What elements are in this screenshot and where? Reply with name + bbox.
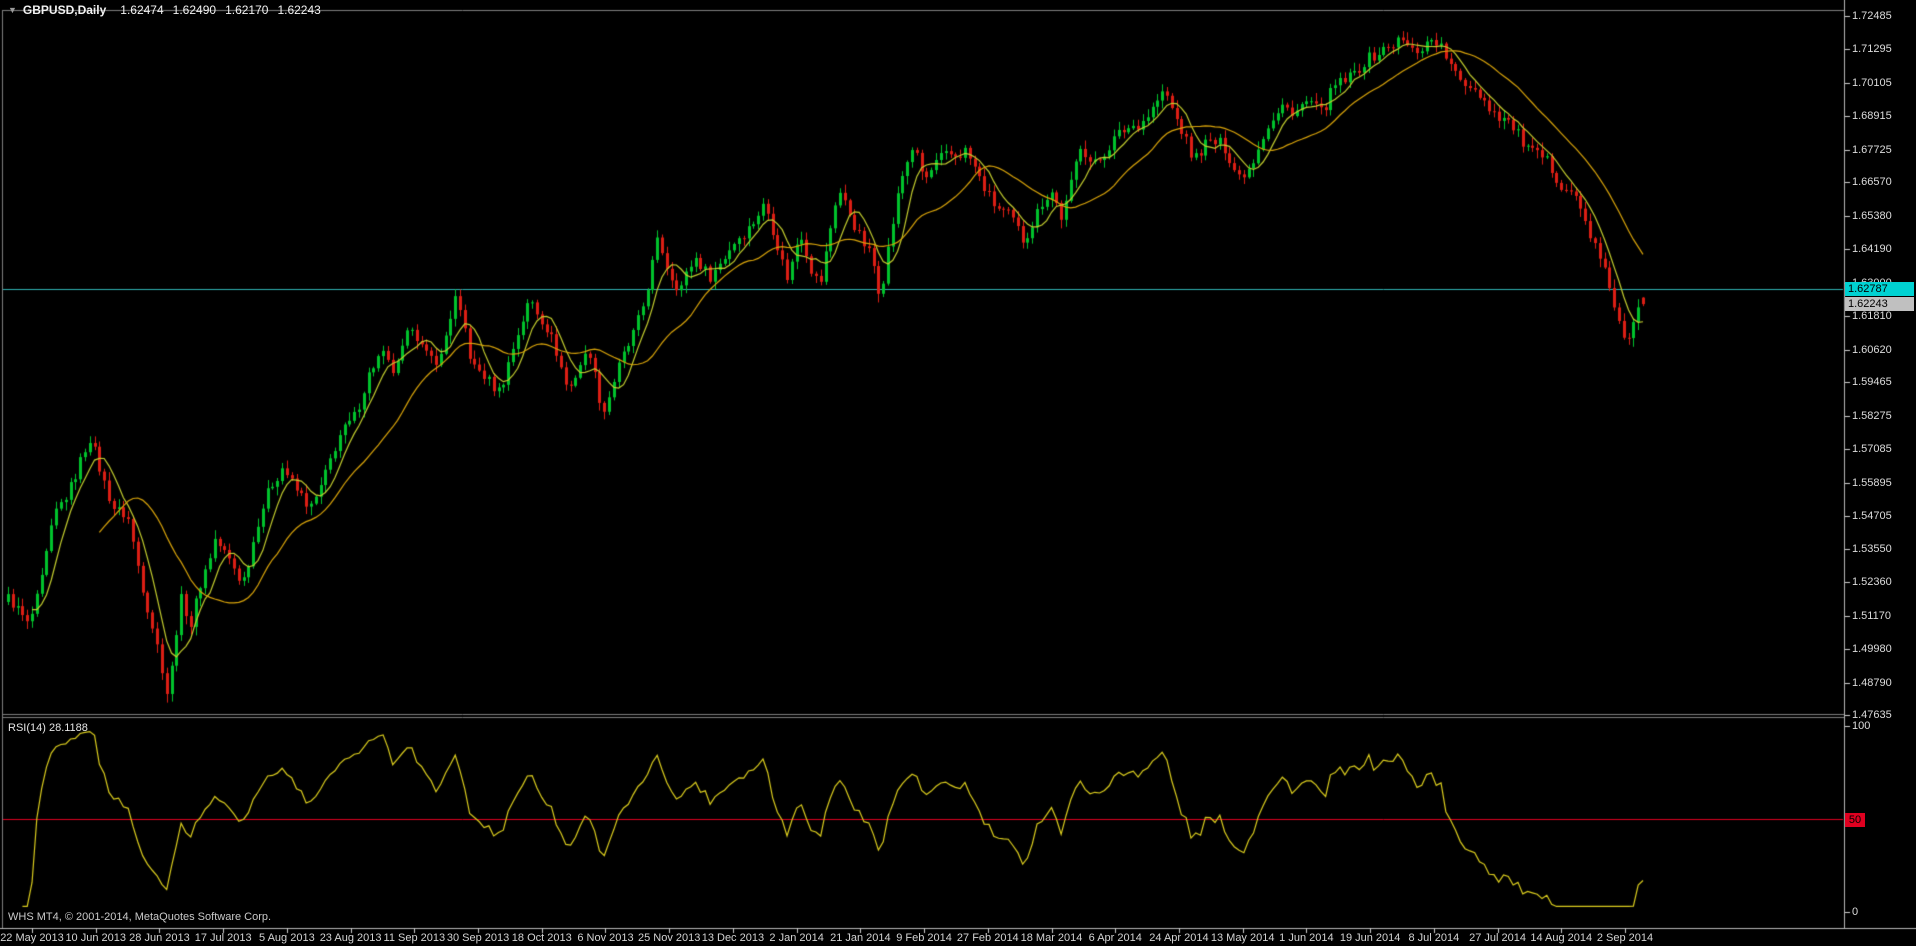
price-axis-label: 1.57085 bbox=[1852, 443, 1892, 456]
copyright-text: WHS MT4, © 2001-2014, MetaQuotes Softwar… bbox=[8, 911, 272, 923]
quote-open: 1.62474 bbox=[120, 3, 164, 17]
price-axis-label: 1.59465 bbox=[1852, 376, 1892, 389]
price-axis-label: 1.65380 bbox=[1852, 209, 1892, 222]
rsi-axis-0: 0 bbox=[1852, 906, 1859, 918]
price-axis-label: 1.67725 bbox=[1852, 143, 1892, 156]
price-axis-label: 1.51170 bbox=[1852, 609, 1891, 622]
mt4-chart-window: ▼ GBPUSD,Daily 1.62474 1.62490 1.62170 1.6224… bbox=[0, 0, 1916, 946]
price-axis-label: 1.70105 bbox=[1852, 76, 1892, 89]
rsi-indicator-label: RSI(14) 28.1188 bbox=[8, 722, 88, 734]
price-axis-label: 1.58275 bbox=[1852, 409, 1892, 422]
chart-canvas[interactable] bbox=[0, 0, 1916, 946]
price-axis-label: 1.66570 bbox=[1852, 176, 1892, 189]
price-axis-label: 1.61810 bbox=[1852, 310, 1892, 323]
price-axis-label: 1.71295 bbox=[1852, 43, 1892, 56]
symbol-period-label: GBPUSD,Daily bbox=[22, 3, 107, 17]
price-axis-label: 1.55895 bbox=[1852, 476, 1892, 489]
quote-low: 1.62170 bbox=[225, 3, 269, 17]
bid-price-tag: 1.62243 bbox=[1845, 297, 1914, 311]
price-axis-label: 1.53550 bbox=[1852, 542, 1892, 555]
rsi-axis-50-tag: 50 bbox=[1845, 813, 1865, 827]
rsi-name: RSI(14) bbox=[8, 722, 46, 734]
chart-header: ▼ GBPUSD,Daily 1.62474 1.62490 1.62170 1.6224… bbox=[8, 3, 330, 17]
price-axis-label: 1.52360 bbox=[1852, 576, 1892, 589]
price-axis-label: 1.54705 bbox=[1852, 510, 1892, 523]
date-axis-label: 2 Sep 2014 bbox=[1596, 932, 1654, 944]
quote-close: 1.62243 bbox=[277, 3, 321, 17]
price-axis-label: 1.60620 bbox=[1852, 343, 1892, 356]
price-axis-label: 1.48790 bbox=[1852, 676, 1892, 689]
collapse-chart-icon[interactable]: ▼ bbox=[8, 5, 17, 15]
quote-high: 1.62490 bbox=[172, 3, 217, 17]
hline-price-tag: 1.62787 bbox=[1845, 282, 1914, 296]
rsi-value: 28.1188 bbox=[48, 722, 88, 734]
price-axis-label: 1.68915 bbox=[1852, 110, 1892, 123]
price-axis-label: 1.49980 bbox=[1852, 643, 1892, 656]
price-axis-label: 1.64190 bbox=[1852, 243, 1892, 256]
rsi-axis-100: 100 bbox=[1852, 720, 1871, 732]
price-axis-label: 1.72485 bbox=[1852, 10, 1892, 22]
